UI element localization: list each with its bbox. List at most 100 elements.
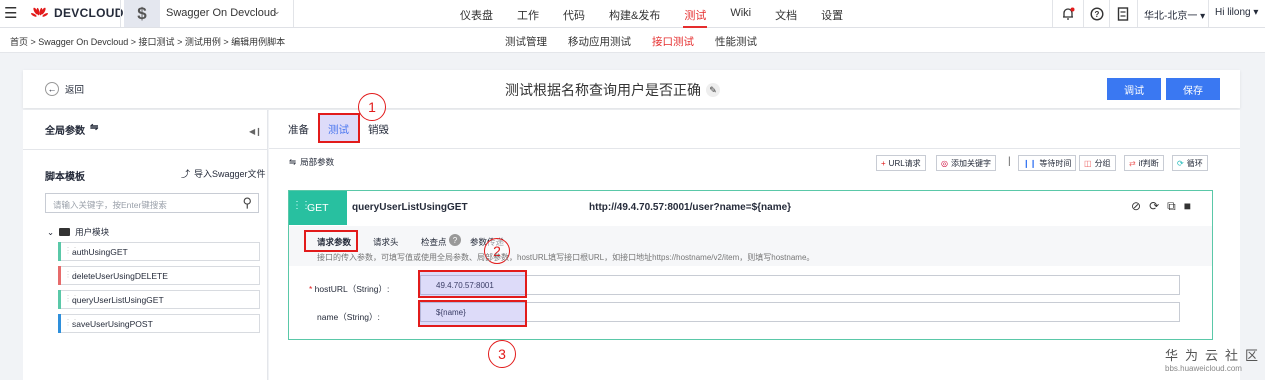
copy-icon[interactable]: ⧉ xyxy=(1167,199,1176,214)
tab-prepare[interactable]: 准备 xyxy=(288,122,309,137)
drag-handle-icon[interactable]: ⋮⋮ xyxy=(64,246,79,255)
group-button[interactable]: ◫ 分组 xyxy=(1079,155,1116,171)
debug-button[interactable]: 调试 xyxy=(1107,78,1161,100)
refresh-icon[interactable]: ⟳ xyxy=(1149,199,1159,214)
notification-bell-icon[interactable] xyxy=(1058,4,1078,24)
annotation-marker: 1 xyxy=(358,93,386,121)
nav-item-code[interactable]: 代码 xyxy=(563,7,585,23)
chevron-down-icon[interactable]: ⌄ xyxy=(47,227,54,238)
tab-destroy[interactable]: 销毁 xyxy=(368,122,389,137)
params-hint: 接口的传入参数，可填写值或使用全局参数、局部参数，hostURL填写接口根URL… xyxy=(317,253,815,262)
divider xyxy=(1208,0,1209,27)
breadcrumb[interactable]: 首页 > Swagger On Devcloud > 接口测试 > 测试用例 >… xyxy=(10,35,285,48)
global-params-label: 全局参数 xyxy=(45,126,85,137)
save-button[interactable]: 保存 xyxy=(1166,78,1220,100)
if-condition-label: if判断 xyxy=(1138,158,1159,168)
collapse-panel-icon[interactable]: ◀❙ xyxy=(249,127,262,136)
huawei-logo-icon xyxy=(31,7,48,17)
keyword-icon: ◎ xyxy=(941,158,948,168)
brand-logo[interactable]: DEVCLOUD xyxy=(30,6,124,20)
operation-name: queryUserListUsingGET xyxy=(352,202,468,213)
add-keyword-label: 添加关键字 xyxy=(950,158,991,168)
hosturl-input[interactable]: 49.4.70.57:8001 xyxy=(420,275,1180,295)
watermark-title: 华为云社区 xyxy=(1165,348,1265,363)
wait-time-button[interactable]: ❙❙ 等待时间 xyxy=(1018,155,1077,171)
drag-handle-icon[interactable]: ⋮⋮ xyxy=(64,270,79,279)
field-label-hosturl: * hostURL（String）: xyxy=(309,283,389,295)
nav-item-wiki[interactable]: Wiki xyxy=(730,7,751,23)
global-params[interactable]: 全局参数 ⇋ xyxy=(45,122,98,137)
back-button[interactable]: ← 返回 xyxy=(45,82,84,96)
user-menu[interactable]: Hi lilong ▾ xyxy=(1215,7,1258,18)
group-icon: ◫ xyxy=(1084,158,1092,168)
edit-pencil-icon[interactable]: ✎ xyxy=(706,83,720,97)
subnav-mobile-test[interactable]: 移动应用测试 xyxy=(568,34,631,49)
if-condition-button[interactable]: ⇄ if判断 xyxy=(1124,155,1164,171)
document-icon[interactable] xyxy=(1113,4,1133,24)
request-url: http://49.4.70.57:8001/user?name=${name} xyxy=(589,202,792,213)
drag-handle-icon[interactable]: ⋮⋮ xyxy=(64,318,79,327)
drag-handle-icon[interactable]: ⋮⋮ xyxy=(292,200,311,211)
subnav-api-test[interactable]: 接口测试 xyxy=(652,34,694,49)
folder-icon xyxy=(59,228,71,236)
tab-request-headers[interactable]: 请求头 xyxy=(373,236,399,248)
sub-nav: 测试管理 移动应用测试 接口测试 性能测试 xyxy=(505,34,778,49)
help-icon[interactable]: ? xyxy=(1087,4,1107,24)
user-name: Hi lilong xyxy=(1215,7,1251,18)
folder-label: 用户模块 xyxy=(75,227,110,237)
region-selector[interactable]: 华北-北京一 ▾ xyxy=(1144,7,1205,22)
http-method-badge: ⋮⋮ GET xyxy=(289,191,347,225)
local-params[interactable]: ⇋ 局部参数 xyxy=(289,156,334,168)
nav-item-docs[interactable]: 文档 xyxy=(775,7,797,23)
drag-handle-icon[interactable]: ⋮⋮ xyxy=(64,294,79,303)
nav-item-dashboard[interactable]: 仪表盘 xyxy=(460,7,493,23)
branch-icon: ⇄ xyxy=(1129,158,1136,168)
add-keyword-button[interactable]: ◎ 添加关键字 xyxy=(936,155,996,171)
api-item[interactable]: ⋮⋮ authUsingGET xyxy=(58,242,260,261)
api-item[interactable]: ⋮⋮ saveUserUsingPOST xyxy=(58,314,260,333)
annotation-highlight-box xyxy=(418,300,527,327)
name-input[interactable]: ${name} xyxy=(420,302,1180,322)
api-step-card: ⋮⋮ GET queryUserListUsingGET http://49.4… xyxy=(288,190,1213,340)
help-icon[interactable]: ? xyxy=(449,234,461,246)
annotation-marker: 3 xyxy=(488,340,516,368)
nav-item-work[interactable]: 工作 xyxy=(517,7,539,23)
project-dollar-icon[interactable]: $ xyxy=(124,0,160,27)
api-item-label: authUsingGET xyxy=(72,246,128,257)
menu-icon[interactable]: ☰ xyxy=(4,6,17,21)
tab-checkpoints[interactable]: 检查点 xyxy=(421,236,447,248)
url-request-button[interactable]: + URL请求 xyxy=(876,155,926,171)
chevron-down-icon[interactable]: ⌄ xyxy=(273,6,281,17)
left-panel: 全局参数 ⇋ ◀❙ 脚本模板 ⤴ 导入Swagger文件 请输入关键字，按Ent… xyxy=(23,110,268,380)
api-item-label: deleteUserUsingDELETE xyxy=(72,270,168,281)
project-selector[interactable]: Swagger On Devcloud xyxy=(166,7,276,19)
delete-trash-icon[interactable]: ■ xyxy=(1184,199,1191,214)
nav-item-build-release[interactable]: 构建&发布 xyxy=(609,7,660,23)
group-label: 分组 xyxy=(1094,158,1111,168)
folder-user-module[interactable]: ⌄ 用户模块 xyxy=(47,226,109,238)
case-title: 测试根据名称查询用户是否正确 xyxy=(505,82,701,98)
main-nav: 仪表盘 工作 代码 构建&发布 测试 Wiki 文档 设置 xyxy=(460,7,867,28)
search-placeholder: 请输入关键字，按Enter键搜索 xyxy=(53,200,167,210)
divider xyxy=(269,148,1240,149)
nav-item-test[interactable]: 测试 xyxy=(683,7,708,28)
nav-item-settings[interactable]: 设置 xyxy=(821,7,843,23)
loop-button[interactable]: ⟳ 循环 xyxy=(1172,155,1208,171)
subnav-performance-test[interactable]: 性能测试 xyxy=(715,34,757,49)
loop-icon: ⟳ xyxy=(1177,158,1184,168)
annotation-highlight-box xyxy=(318,113,360,143)
import-icon: ⤴ xyxy=(181,169,191,179)
api-item-label: queryUserListUsingGET xyxy=(72,294,164,305)
subnav-test-management[interactable]: 测试管理 xyxy=(505,34,547,49)
url-request-label: URL请求 xyxy=(888,158,921,168)
field-label-text: hostURL（String）: xyxy=(314,284,390,294)
template-search-input[interactable]: 请输入关键字，按Enter键搜索 ⚲ xyxy=(45,193,259,213)
disable-icon[interactable]: ⊘ xyxy=(1131,199,1141,214)
api-item[interactable]: ⋮⋮ deleteUserUsingDELETE xyxy=(58,266,260,285)
search-icon[interactable]: ⚲ xyxy=(242,195,252,211)
field-label-name: name（String）: xyxy=(317,312,380,322)
import-swagger-button[interactable]: ⤴ 导入Swagger文件 xyxy=(181,167,266,180)
toolbar-separator: | xyxy=(1008,156,1011,167)
api-item[interactable]: ⋮⋮ queryUserListUsingGET xyxy=(58,290,260,309)
back-label: 返回 xyxy=(65,85,85,96)
